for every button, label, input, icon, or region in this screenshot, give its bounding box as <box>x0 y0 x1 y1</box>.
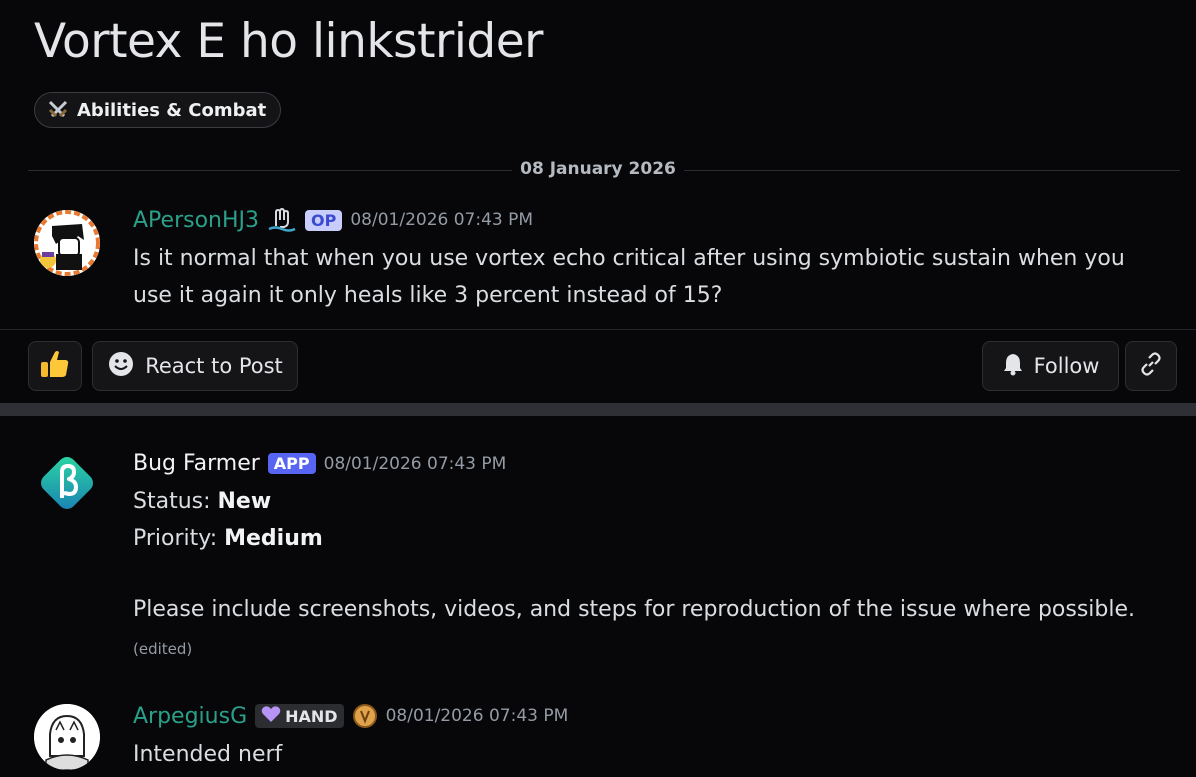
priority-value: Medium <box>224 526 323 551</box>
status-line: Status: New <box>133 483 271 520</box>
follow-button[interactable]: Follow <box>982 341 1119 391</box>
post-header: APersonHJ3 OP 08/01/2026 07:43 PM <box>133 206 533 234</box>
thumbs-up-reaction-button[interactable] <box>28 341 82 391</box>
app-badge: APP <box>267 453 316 474</box>
status-label: Status: <box>133 489 218 514</box>
reply-author[interactable]: Bug Farmer <box>133 451 260 476</box>
react-to-post-button[interactable]: React to Post <box>92 341 298 391</box>
edited-label: (edited) <box>133 640 193 658</box>
copy-link-button[interactable] <box>1125 341 1177 391</box>
thread-tag-label: Abilities & Combat <box>77 99 267 121</box>
priority-line: Priority: Medium <box>133 520 323 557</box>
thread-title: Vortex E ho linkstrider <box>34 14 543 69</box>
purple-heart-icon <box>261 705 281 727</box>
section-separator <box>0 403 1196 416</box>
date-divider: 08 January 2026 <box>512 159 684 179</box>
post-divider <box>0 329 1196 330</box>
avatar[interactable] <box>34 210 100 276</box>
status-value: New <box>217 489 272 514</box>
post-author[interactable]: APersonHJ3 <box>133 208 259 233</box>
hand-badge-label: HAND <box>285 706 338 726</box>
bell-icon <box>1002 352 1024 381</box>
reply-header: Bug Farmer APP 08/01/2026 07:43 PM <box>133 451 506 476</box>
op-badge: OP <box>305 209 343 231</box>
post-timestamp: 08/01/2026 07:43 PM <box>350 210 534 230</box>
priority-label: Priority: <box>133 526 225 551</box>
post-text: Is it normal that when you use vortex ec… <box>133 246 1125 308</box>
hand-badge: HAND <box>255 704 344 728</box>
medal-icon <box>352 703 378 729</box>
avatar[interactable] <box>34 704 100 770</box>
reply-text: Intended nerf <box>133 742 283 767</box>
thread-tag[interactable]: Abilities & Combat <box>34 92 282 128</box>
hand-raise-icon <box>267 206 297 234</box>
reply-timestamp: 08/01/2026 07:43 PM <box>323 453 507 474</box>
crossed-swords-icon <box>47 99 69 121</box>
react-to-post-label: React to Post <box>145 354 283 378</box>
link-icon <box>1138 351 1164 382</box>
reply-author[interactable]: ArpegiusG <box>133 704 247 729</box>
avatar[interactable] <box>34 450 100 516</box>
thumbs-up-icon <box>38 347 72 386</box>
follow-label: Follow <box>1033 354 1100 378</box>
reproduction-note: Please include screenshots, videos, and … <box>133 597 1136 622</box>
reply-header: ArpegiusG HAND 08/01/2026 07:43 PM <box>133 703 568 729</box>
reply-timestamp: 08/01/2026 07:43 PM <box>385 706 569 726</box>
smiley-icon <box>107 350 135 383</box>
